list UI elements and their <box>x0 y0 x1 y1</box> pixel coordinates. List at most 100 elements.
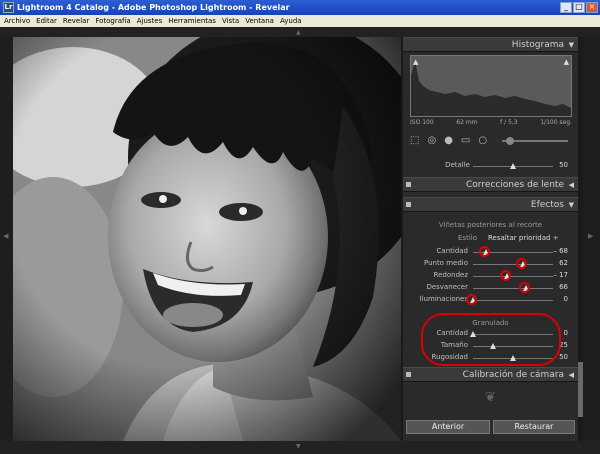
red-eye-icon[interactable]: ● <box>444 136 453 146</box>
title-bar: Lr Lightroom 4 Catalog - Adobe Photoshop… <box>0 0 600 15</box>
iso-value: ISO 100 <box>410 119 434 126</box>
style-dropdown[interactable]: Resaltar prioridad ÷ <box>488 234 559 242</box>
tool-slider[interactable] <box>502 137 568 145</box>
menu-ventana[interactable]: Ventana <box>245 17 274 25</box>
camera-calibration-panel-header[interactable]: Calibración de cámara ◀ <box>403 367 578 382</box>
crop-icon[interactable]: ⬚ <box>410 136 419 146</box>
menu-revelar[interactable]: Revelar <box>63 17 89 25</box>
slider-value: 66 <box>559 283 568 291</box>
slider-value: 0 <box>563 329 568 337</box>
triangle-left-icon: ◀ <box>568 181 574 189</box>
annotation-circle <box>466 294 477 305</box>
menu-editar[interactable]: Editar <box>36 17 57 25</box>
vignette-style-row: Estilo Resaltar prioridad ÷ <box>403 234 578 245</box>
graduated-filter-icon[interactable]: ▭ <box>461 136 470 146</box>
effects-panel-header[interactable]: Efectos ▼ <box>403 197 578 212</box>
slider-track[interactable] <box>473 282 553 293</box>
menu-herramientas[interactable]: Herramientas <box>168 17 216 25</box>
grain-annotation-oval <box>421 313 561 366</box>
slider-value: – 68 <box>553 247 568 255</box>
annotation-circle <box>518 282 530 293</box>
aperture: f / 5,3 <box>500 119 518 126</box>
panel-end-ornament-icon: ❦ <box>485 390 496 405</box>
previous-button[interactable]: Anterior <box>406 420 490 434</box>
maximize-icon[interactable]: □ <box>573 2 585 13</box>
window-controls: _ □ × <box>560 2 598 13</box>
slider-row: Iluminaciones 0 <box>403 294 578 307</box>
top-panel-toggle[interactable]: ▲ <box>0 27 600 37</box>
style-label: Estilo <box>458 234 477 242</box>
histogram-panel-header[interactable]: Histograma ▼ <box>403 37 578 52</box>
panel-toggle-switch[interactable] <box>406 182 411 187</box>
lightroom-app-icon[interactable]: Lr <box>3 2 14 13</box>
slider-label: Cantidad <box>436 247 468 255</box>
detail-slider[interactable] <box>473 163 553 169</box>
triangle-down-icon: ▼ <box>296 443 301 450</box>
slider-value: 50 <box>559 353 568 361</box>
slider-row: Desvanecer 66 <box>403 282 578 295</box>
highlight-clipping-icon[interactable]: ▲ <box>564 58 569 66</box>
focal-length: 62 mm <box>456 119 478 126</box>
minimize-icon[interactable]: _ <box>560 2 572 13</box>
photo-preview <box>13 37 401 441</box>
slider-row: Punto medio 62 <box>403 258 578 271</box>
histogram-title: Histograma <box>511 40 564 50</box>
triangle-right-icon: ▶ <box>588 232 594 240</box>
detail-label: Detalle <box>445 161 470 169</box>
slider-track[interactable] <box>473 270 553 281</box>
shutter-speed: 1/100 seg. <box>540 119 572 126</box>
slider-row: Redondez – 17 <box>403 270 578 283</box>
window-title: Lightroom 4 Catalog - Adobe Photoshop Li… <box>17 3 290 12</box>
panel-toggle-switch[interactable] <box>406 372 411 377</box>
panel-toggle-switch[interactable] <box>406 202 411 207</box>
close-icon[interactable]: × <box>586 2 598 13</box>
histogram-graph <box>411 61 571 116</box>
annotation-circle <box>478 246 490 257</box>
menu-fotografia[interactable]: Fotografía <box>95 17 130 25</box>
adjustment-brush-icon[interactable]: ○ <box>478 136 487 146</box>
slider-row: Cantidad – 68 <box>403 246 578 259</box>
slider-value: 62 <box>559 259 568 267</box>
slider-track[interactable] <box>473 258 553 269</box>
menu-ayuda[interactable]: Ayuda <box>280 17 302 25</box>
lens-corrections-panel-header[interactable]: Correcciones de lente ◀ <box>403 177 578 192</box>
slider-track[interactable] <box>473 246 553 257</box>
histogram-info: ISO 100 62 mm f / 5,3 1/100 seg. <box>410 119 572 128</box>
triangle-left-icon: ◀ <box>568 371 574 379</box>
effects-title: Efectos <box>530 200 564 210</box>
left-panel-toggle[interactable]: ◀ <box>0 37 13 441</box>
detail-value: 50 <box>559 161 568 169</box>
lens-corrections-title: Correcciones de lente <box>466 180 564 190</box>
detail-slider-knob[interactable] <box>510 163 516 169</box>
annotation-circle <box>499 270 511 281</box>
menu-bar: Archivo Editar Revelar Fotografía Ajuste… <box>0 15 600 27</box>
triangle-down-icon: ▼ <box>568 41 574 49</box>
annotation-circle <box>515 258 527 269</box>
right-panel-toggle[interactable]: ▶ <box>583 37 600 441</box>
vignette-section-title: Viñetas posteriores al recorte <box>438 221 543 229</box>
slider-value: 0 <box>563 295 568 303</box>
detail-row: Detalle 50 <box>403 161 578 173</box>
tool-strip: ⬚ ◎ ● ▭ ○ <box>410 133 572 149</box>
triangle-up-icon: ▲ <box>296 29 301 36</box>
triangle-left-icon: ◀ <box>3 232 9 240</box>
shadow-clipping-icon[interactable]: ▲ <box>413 58 418 66</box>
scrollbar-thumb[interactable] <box>578 362 583 417</box>
slider-label: Redondez <box>433 271 468 279</box>
slider-label: Desvanecer <box>426 283 468 291</box>
slider-label: Iluminaciones <box>419 295 468 303</box>
girl-portrait-image <box>13 37 401 441</box>
histogram[interactable]: ▲ ▲ <box>410 55 572 117</box>
panel-scrollbar[interactable] <box>578 37 583 441</box>
slider-value: – 17 <box>553 271 568 279</box>
filmstrip-toggle[interactable]: ▼ <box>0 441 600 454</box>
menu-ajustes[interactable]: Ajustes <box>137 17 163 25</box>
reset-button[interactable]: Restaurar <box>493 420 575 434</box>
menu-vista[interactable]: Vista <box>222 17 239 25</box>
tool-slider-knob[interactable] <box>506 137 514 145</box>
slider-track[interactable] <box>466 294 553 305</box>
spot-removal-icon[interactable]: ◎ <box>427 136 436 146</box>
menu-archivo[interactable]: Archivo <box>4 17 30 25</box>
camera-calibration-title: Calibración de cámara <box>462 370 564 380</box>
slider-label: Punto medio <box>423 259 468 267</box>
